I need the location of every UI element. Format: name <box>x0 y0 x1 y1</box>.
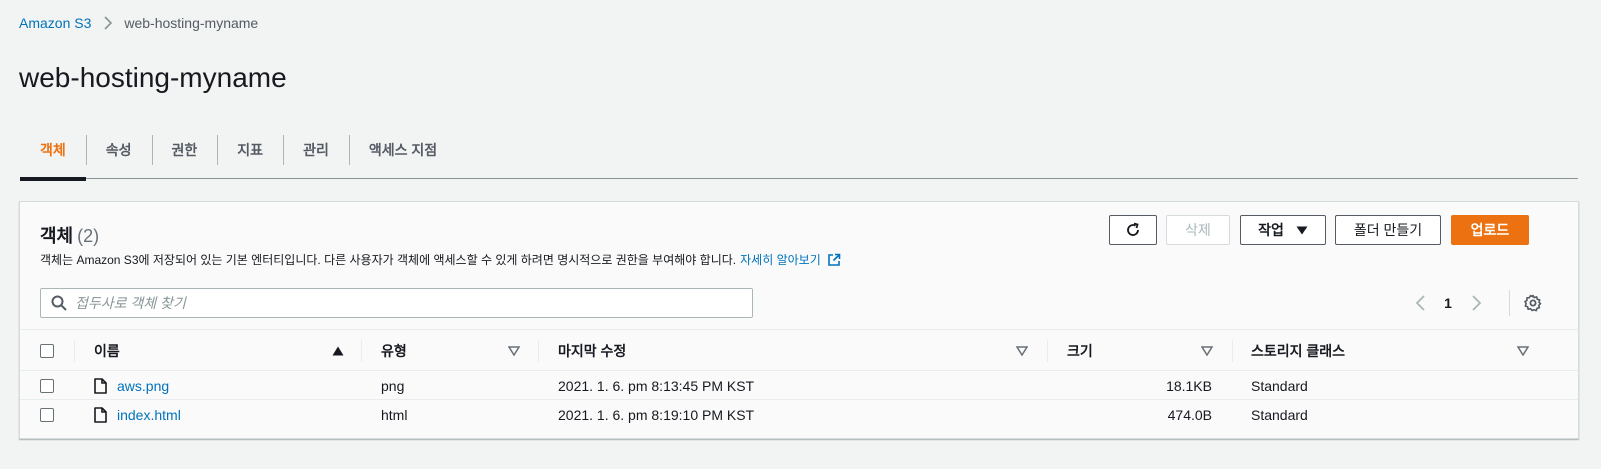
column-divider <box>538 340 539 362</box>
select-all-cell <box>40 330 54 372</box>
refresh-button[interactable] <box>1109 215 1157 245</box>
current-page-number[interactable]: 1 <box>1435 295 1461 311</box>
tab-bar: 객체 속성 권한 지표 관리 액세스 지점 <box>20 129 1578 181</box>
column-divider <box>1047 340 1048 362</box>
column-header-name-label: 이름 <box>94 343 120 359</box>
external-link-icon[interactable] <box>827 253 841 267</box>
objects-panel-title: 객체 (2) <box>40 222 99 248</box>
search-input[interactable] <box>75 295 715 311</box>
breadcrumb: Amazon S3 web-hosting-myname <box>19 15 258 31</box>
column-divider <box>1232 340 1233 362</box>
page-title: web-hosting-myname <box>19 62 287 93</box>
caret-down-icon <box>1296 226 1308 235</box>
upload-button[interactable]: 업로드 <box>1451 215 1529 245</box>
search-box <box>40 288 753 318</box>
table-header: 이름 유형 마지막 수정 크기 스토리지 클래스 <box>20 329 1578 371</box>
actions-label: 작업 <box>1258 222 1284 238</box>
row-select-cell <box>40 400 54 429</box>
object-type-cell: png <box>381 377 405 394</box>
column-header-storage-class-label: 스토리지 클래스 <box>1251 343 1346 359</box>
column-header-type[interactable]: 유형 <box>381 330 538 372</box>
row-checkbox[interactable] <box>40 378 54 393</box>
tab-properties[interactable]: 속성 <box>85 129 152 179</box>
row-checkbox[interactable] <box>40 407 54 422</box>
column-header-last-modified[interactable]: 마지막 수정 <box>558 330 1047 372</box>
table-row: aws.png png 2021. 1. 6. pm 8:13:45 PM KS… <box>20 371 1578 400</box>
object-type-cell: html <box>381 406 408 423</box>
column-header-size-label: 크기 <box>1067 343 1093 359</box>
tab-management[interactable]: 관리 <box>283 129 349 179</box>
tab-label: 지표 <box>237 142 264 158</box>
object-storage-class-cell: Standard <box>1251 406 1308 423</box>
tab-label: 관리 <box>303 142 329 158</box>
file-icon <box>94 377 107 394</box>
file-icon <box>94 406 107 423</box>
object-size-cell: 474.0B <box>1167 406 1212 423</box>
object-name-cell[interactable]: aws.png <box>94 371 169 400</box>
object-name-cell[interactable]: index.html <box>94 400 181 429</box>
breadcrumb-link-amazon-s3[interactable]: Amazon S3 <box>19 15 91 31</box>
tab-permissions[interactable]: 권한 <box>151 129 218 179</box>
objects-panel-title-text: 객체 <box>40 226 74 246</box>
table-row: index.html html 2021. 1. 6. pm 8:19:10 P… <box>20 400 1578 429</box>
tab-label: 액세스 지점 <box>368 142 438 158</box>
column-header-size[interactable]: 크기 <box>1067 330 1232 372</box>
sort-descending-icon[interactable] <box>508 346 520 356</box>
chevron-left-icon[interactable] <box>1405 295 1435 311</box>
row-select-cell <box>40 371 54 400</box>
sort-descending-icon[interactable] <box>1201 346 1213 356</box>
select-all-checkbox[interactable] <box>40 344 54 358</box>
tab-label: 권한 <box>171 142 198 158</box>
object-name-link[interactable]: aws.png <box>117 378 169 394</box>
column-divider <box>361 340 362 362</box>
column-divider <box>74 340 75 362</box>
column-header-name[interactable]: 이름 <box>94 330 361 372</box>
sort-ascending-icon[interactable] <box>332 346 344 356</box>
object-storage-class-cell: Standard <box>1251 377 1308 394</box>
gear-icon[interactable] <box>1524 294 1542 312</box>
tab-objects[interactable]: 객체 <box>20 129 86 181</box>
tab-label: 객체 <box>40 142 66 158</box>
create-folder-button[interactable]: 폴더 만들기 <box>1335 215 1441 245</box>
breadcrumb-current: web-hosting-myname <box>124 15 259 31</box>
column-header-last-modified-label: 마지막 수정 <box>558 343 627 359</box>
object-size-cell: 18.1KB <box>1166 377 1212 394</box>
column-header-type-label: 유형 <box>381 343 407 359</box>
learn-more-link[interactable]: 자세히 알아보기 <box>740 251 821 268</box>
sort-descending-icon[interactable] <box>1016 346 1028 356</box>
objects-panel: 객체 (2) 객체는 Amazon S3에 저장되어 있는 기본 엔터티입니다. … <box>19 201 1579 439</box>
objects-table: 이름 유형 마지막 수정 크기 스토리지 클래스 aws.png png 202… <box>20 329 1578 429</box>
tab-label: 속성 <box>105 142 132 158</box>
search-icon <box>51 295 67 311</box>
object-last-modified-cell: 2021. 1. 6. pm 8:19:10 PM KST <box>558 406 755 423</box>
sort-descending-icon[interactable] <box>1517 346 1529 356</box>
chevron-right-icon[interactable] <box>1461 295 1491 311</box>
chevron-right-icon <box>104 16 113 30</box>
tab-metrics[interactable]: 지표 <box>217 129 283 179</box>
tab-access-points[interactable]: 액세스 지점 <box>348 129 457 179</box>
objects-count: (2) <box>77 226 100 246</box>
pagination-divider <box>1509 290 1510 316</box>
objects-panel-description: 객체는 Amazon S3에 저장되어 있는 기본 엔터티입니다. 다른 사용자… <box>40 251 841 268</box>
delete-button[interactable]: 삭제 <box>1166 215 1230 245</box>
actions-dropdown-button[interactable]: 작업 <box>1240 215 1326 245</box>
description-text: 객체는 Amazon S3에 저장되어 있는 기본 엔터티입니다. 다른 사용자… <box>40 253 737 267</box>
column-header-storage-class[interactable]: 스토리지 클래스 <box>1251 330 1541 372</box>
object-last-modified-cell: 2021. 1. 6. pm 8:13:45 PM KST <box>558 377 755 394</box>
object-name-link[interactable]: index.html <box>117 407 181 423</box>
pagination: 1 <box>1405 290 1542 316</box>
refresh-icon <box>1125 222 1141 238</box>
